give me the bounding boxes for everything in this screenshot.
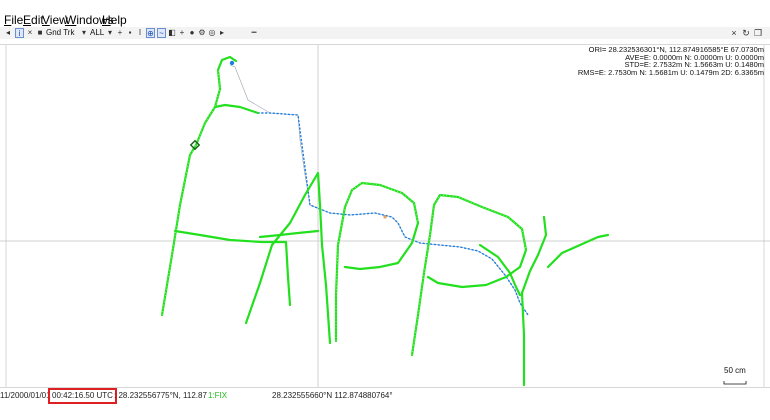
track-a-bar (258, 229, 320, 239)
time-slider-icon[interactable]: ━ (248, 28, 260, 38)
close-icon[interactable]: × (729, 28, 739, 38)
record-icon[interactable]: ◎ (208, 28, 216, 38)
reference-marker (383, 215, 387, 219)
status-date: 11/2000/01/01 (0, 391, 51, 400)
track-y-tail (546, 233, 610, 269)
close-stream-icon[interactable]: × (26, 28, 34, 38)
menu-help-label: elp (110, 13, 127, 27)
plot-mode-dropdown-icon[interactable]: ▾ (80, 28, 88, 38)
reference-track (229, 64, 529, 316)
status-fix: 1:FIX (208, 391, 228, 400)
solution-stats: ORI= 28.232536301°N, 112.874916585°E 67.… (578, 46, 764, 76)
zoom-in-icon[interactable]: + (116, 28, 124, 38)
center-icon[interactable]: ⊕ (146, 28, 155, 38)
solution-filter-select[interactable]: ALL (90, 28, 104, 38)
menu-help[interactable]: Help (102, 12, 127, 28)
scale-label: 50 cm (724, 366, 746, 375)
reference-point-start (229, 60, 235, 66)
scale-bar (723, 381, 747, 385)
track-h-right (284, 240, 292, 307)
status-time: 00:42:16.50 UTC (48, 388, 117, 404)
status-cursor-position: 28.232555660°N 112.874880764° (272, 391, 393, 400)
menu-help-key: H (102, 13, 111, 27)
play-icon[interactable]: ▸ (218, 28, 226, 38)
menu-view-key: V (42, 13, 50, 27)
toolbar: ◂ i × ■ Gnd Trk ▾ ALL ▾ + ▪ I ⊕ ~ ◧ + ● … (0, 27, 770, 39)
zoom-out-icon[interactable]: ▪ (126, 28, 134, 38)
refresh-icon[interactable]: ↻ (741, 28, 751, 38)
track-h-hook (213, 103, 260, 115)
track-p1 (334, 181, 420, 343)
track-h-left (160, 55, 238, 317)
track-plot[interactable] (0, 45, 770, 387)
point-icon[interactable]: ● (188, 28, 196, 38)
stop-icon[interactable]: ■ (36, 28, 44, 38)
plot-area[interactable] (0, 44, 770, 388)
menu-edit-key: E (23, 13, 32, 27)
track-line-icon[interactable]: ~ (157, 28, 166, 38)
fit-vertical-icon[interactable]: I (136, 28, 144, 38)
gear-icon[interactable]: ⚙ (198, 28, 206, 38)
gps-track (160, 55, 610, 387)
info-toggle-icon[interactable]: i (15, 28, 24, 38)
plot-mode-select[interactable]: Gnd Trk (46, 28, 74, 38)
track-y-right (520, 215, 548, 295)
track-p2 (410, 193, 528, 357)
track-y-stem (520, 291, 526, 387)
menu-bar: File Edit View Windows Help (0, 12, 770, 28)
menu-windows-key: W (65, 13, 77, 27)
menu-arrow-icon[interactable]: ◂ (4, 28, 12, 38)
status-bar: 11/2000/01/01 00:42:16.50 UTC : 28.23255… (0, 388, 770, 404)
menu-file[interactable]: File (4, 12, 23, 28)
menu-view[interactable]: View (42, 12, 68, 28)
status-position: : 28.232556775°N, 112.87 (114, 391, 207, 400)
restore-icon[interactable]: ❐ (753, 28, 763, 38)
fit-icon[interactable]: ◧ (168, 28, 176, 38)
menu-edit[interactable]: Edit (23, 12, 44, 28)
crosshair-icon[interactable]: + (178, 28, 186, 38)
solution-filter-dropdown-icon[interactable]: ▾ (106, 28, 114, 38)
menu-file-label: ile (11, 13, 24, 27)
stats-rms: RMS=E: 2.7530m N: 1.5681m U: 0.1479m 2D:… (577, 67, 764, 77)
